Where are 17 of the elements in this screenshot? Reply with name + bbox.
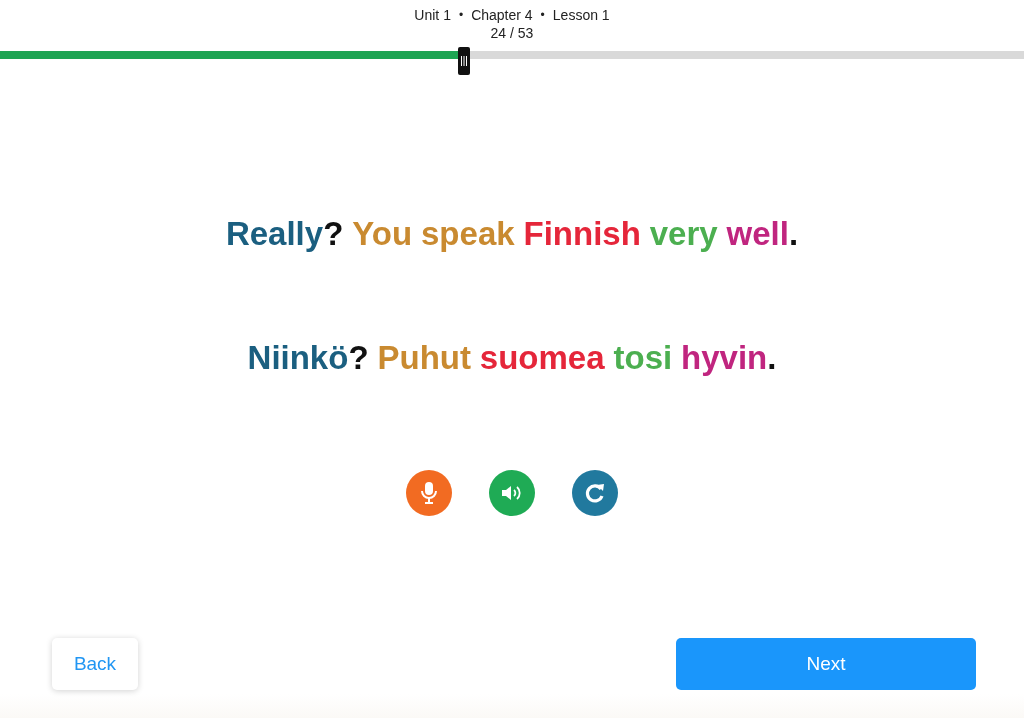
progress-counter: 24 / 53 [490,24,534,42]
back-button[interactable]: Back [52,638,138,690]
breadcrumb-item: Chapter 4 [471,6,533,24]
progress-handle[interactable] [457,47,470,75]
breadcrumb-item: Unit 1 [414,6,451,24]
separator-dot: • [540,7,545,24]
speaker-button[interactable] [489,470,535,516]
microphone-button[interactable] [406,470,452,516]
sentence: Really? You speak Finnish very well. [225,214,799,254]
microphone-icon [420,481,438,505]
speaker-icon [501,484,523,502]
separator-dot: • [458,7,464,24]
replay-icon [584,482,606,504]
next-button[interactable]: Next [676,638,976,690]
sentence: Niinkö? Puhut suomea tosi hyvin. [247,338,777,378]
replay-button[interactable] [572,470,618,516]
breadcrumb-item: Lesson 1 [552,6,610,24]
